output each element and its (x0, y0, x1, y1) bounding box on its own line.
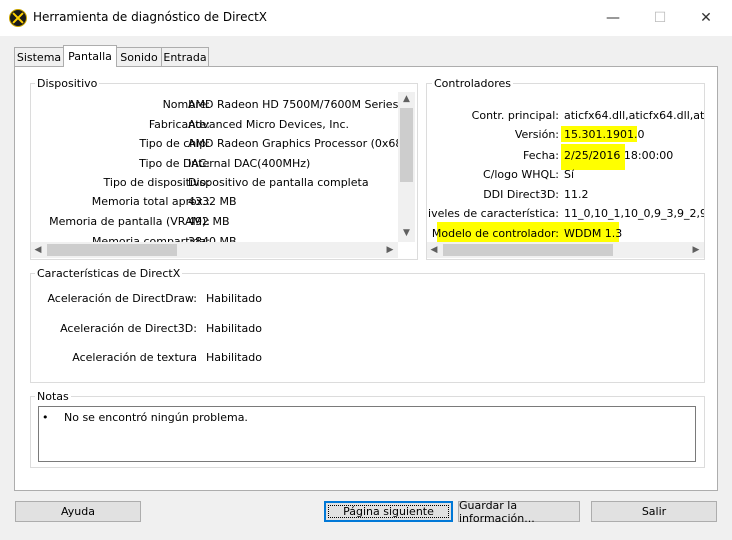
scroll-up-arrow-icon[interactable]: ▲ (398, 92, 415, 106)
window-title: Herramienta de diagnóstico de DirectX (33, 10, 267, 24)
drivers-horizontal-scroll-thumb[interactable] (443, 244, 613, 256)
device-horizontal-scrollbar[interactable]: ◀ ▶ (31, 242, 398, 258)
texture-acceleration-label: Aceleración de textura (72, 351, 197, 364)
directx-app-icon (9, 9, 27, 27)
directx-features-group-label: Características de DirectX (35, 267, 183, 280)
tab-sistema[interactable]: Sistema (14, 47, 64, 66)
notes-bullet-icon: • (42, 411, 49, 424)
version-label: Versión: (514, 128, 559, 141)
help-button[interactable]: Ayuda (15, 501, 141, 522)
main-driver-label: Contr. principal: (471, 109, 559, 122)
exit-button[interactable]: Salir (591, 501, 717, 522)
drivers-scroll-left-arrow-icon[interactable]: ◀ (427, 242, 441, 258)
notes-textbox[interactable]: • No se encontró ningún problema. (38, 406, 696, 462)
feature-levels-value: 11_0,10_1,10_0,9_3,9_2,9_ (564, 207, 704, 220)
title-bar: Herramienta de diagnóstico de DirectX — … (0, 0, 732, 36)
next-page-button-label: Página siguiente (343, 505, 434, 518)
total-memory-value: 4332 MB (188, 195, 237, 208)
direct3d-acceleration-label: Aceleración de Direct3D: (60, 322, 197, 335)
device-group-label: Dispositivo (35, 77, 100, 90)
maximize-button: ☐ (653, 10, 667, 26)
drivers-horizontal-scrollbar[interactable]: ◀ ▶ (427, 242, 704, 258)
scroll-left-arrow-icon[interactable]: ◀ (31, 242, 45, 258)
direct3d-acceleration-value: Habilitado (206, 322, 262, 335)
dac-type-value: Internal DAC(400MHz) (188, 157, 311, 170)
device-info-list: Nombre: AMD Radeon HD 7500M/7600M Series… (31, 94, 398, 244)
date-label: Fecha: (523, 149, 559, 162)
whql-value: Sí (564, 168, 575, 181)
directdraw-acceleration-label: Aceleración de DirectDraw: (47, 292, 197, 305)
drivers-scroll-right-arrow-icon[interactable]: ▶ (689, 242, 703, 258)
next-page-button[interactable]: Página siguiente (324, 501, 453, 522)
save-info-button[interactable]: Guardar la información... (458, 499, 580, 525)
drivers-group-label: Controladores (432, 77, 513, 90)
tab-entrada[interactable]: Entrada (161, 47, 209, 66)
main-driver-value: aticfx64.dll,aticfx64.dll,aticfx (564, 109, 704, 122)
tab-pantalla[interactable]: Pantalla (63, 45, 117, 67)
date-value: 2/25/2016 18:00:00 (564, 149, 674, 162)
close-button[interactable]: ✕ (683, 0, 729, 36)
device-horizontal-scroll-thumb[interactable] (47, 244, 177, 256)
driver-model-value: WDDM 1.3 (564, 227, 623, 240)
directdraw-acceleration-value: Habilitado (206, 292, 262, 305)
whql-label: C/logo WHQL: (482, 168, 559, 181)
version-value: 15.301.1901.0 (564, 128, 645, 141)
device-vertical-scroll-thumb[interactable] (400, 108, 413, 182)
vram-value: 492 MB (188, 215, 230, 228)
texture-acceleration-value: Habilitado (206, 351, 262, 364)
ddi-direct3d-value: 11.2 (564, 188, 589, 201)
notes-item: No se encontró ningún problema. (64, 411, 248, 424)
tab-sonido[interactable]: Sonido (116, 47, 162, 66)
device-name-value: AMD Radeon HD 7500M/7600M Series (188, 98, 398, 111)
driver-model-label: Modelo de controlador: (431, 227, 559, 240)
chip-type-value: AMD Radeon Graphics Processor (0x6841) (188, 137, 398, 150)
vram-label: Memoria de pantalla (VRAM): (49, 215, 210, 228)
device-type-value: Dispositivo de pantalla completa (188, 176, 369, 189)
feature-levels-label: Niveles de característica: (427, 207, 559, 220)
notes-group-label: Notas (35, 390, 71, 403)
scroll-down-arrow-icon[interactable]: ▼ (398, 226, 415, 240)
ddi-direct3d-label: DDI Direct3D: (483, 188, 559, 201)
scroll-right-arrow-icon[interactable]: ▶ (383, 242, 397, 258)
minimize-button[interactable]: — (590, 0, 636, 36)
drivers-info-list: Contr. principal: aticfx64.dll,aticfx64.… (427, 104, 704, 244)
device-vertical-scrollbar[interactable]: ▲ ▼ (398, 92, 415, 242)
manufacturer-value: Advanced Micro Devices, Inc. (188, 118, 350, 131)
